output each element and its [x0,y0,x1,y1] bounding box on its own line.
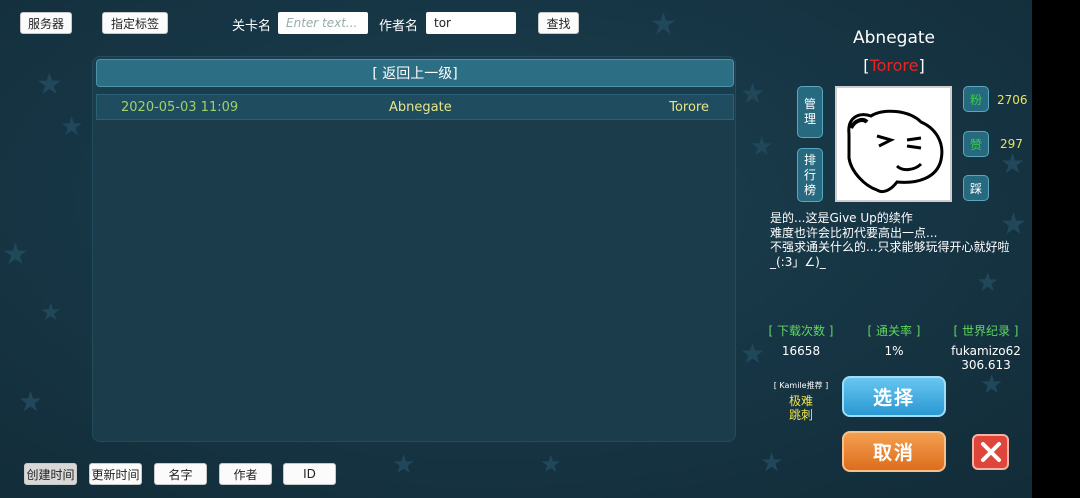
level-list-item[interactable]: 2020-05-03 11:09 Abnegate Torore [96,94,734,120]
sort-updated-time-button[interactable]: 更新时间 [89,463,142,485]
author-name-label: 作者名 [379,19,419,34]
author-name-input[interactable]: tor [426,12,516,34]
fans-button[interactable]: 粉 [963,86,989,112]
star-icon: ★ [760,448,784,478]
level-description: 是的...这是Give Up的续作 难度也许会比初代要高出一点... 不强求通关… [770,211,1010,269]
star-icon: ★ [36,67,63,102]
star-icon: ★ [392,450,416,480]
manage-char: 管 [803,97,816,111]
star-icon: ★ [976,268,1000,298]
cancel-button[interactable]: 取消 [842,431,946,472]
recommend-tag: 跳刺 [788,408,813,422]
like-count: 297 [1000,137,1023,151]
world-record-label: [ 世界纪录 ] [953,324,1019,338]
like-button[interactable]: 赞 [963,131,989,157]
downloads-label: [ 下载次数 ] [768,324,834,338]
world-record-holder: fukamizo62 [951,344,1021,358]
like-icon: 赞 [969,137,982,152]
back-button[interactable]: [ 返回上一级] [96,59,734,87]
close-icon [980,442,1001,462]
tag-filter-button[interactable]: 指定标签 [102,12,168,34]
search-button[interactable]: 查找 [538,12,579,34]
ranking-button[interactable]: 排 行 榜 [797,148,823,202]
star-icon: ★ [18,385,44,418]
close-button[interactable] [972,434,1009,470]
fans-count: 2706 [997,93,1028,107]
star-icon: ★ [540,450,562,478]
level-date: 2020-05-03 11:09 [121,99,239,115]
star-icon: ★ [60,112,84,142]
world-record-time: 306.613 [961,358,1011,372]
face-doodle-image [847,109,944,194]
sort-name-button[interactable]: 名字 [154,463,207,485]
level-title: Abnegate [853,28,935,48]
sort-created-time-button[interactable]: 创建时间 [24,463,77,485]
ranking-char: 排 [803,152,816,167]
level-name-input[interactable]: Enter text... [278,12,368,34]
server-button[interactable]: 服务器 [20,12,72,34]
downloads-value: 16658 [781,344,821,358]
select-button[interactable]: 选择 [842,376,946,417]
manage-char: 理 [803,112,816,126]
star-icon: ★ [740,77,766,110]
level-thumbnail [835,86,952,202]
ranking-char: 行 [803,167,816,182]
manage-button[interactable]: 管 理 [797,86,823,138]
dislike-icon: 踩 [969,181,982,196]
star-icon: ★ [980,370,1004,400]
level-name: Abnegate [389,99,452,115]
clear-rate-value: 1% [884,344,904,358]
sort-author-button[interactable]: 作者 [219,463,272,485]
screen-edge [1032,0,1080,498]
star-icon: ★ [40,298,62,326]
star-icon: ★ [740,337,766,370]
level-name-label: 关卡名 [232,19,272,34]
recommend-label: [ Kamile推荐 ] [773,381,829,390]
level-author-line: [Torore] [820,56,968,75]
ranking-char: 榜 [803,182,816,197]
sort-id-button[interactable]: ID [283,463,336,485]
bracket-close: ] [918,56,925,75]
fans-icon: 粉 [969,92,982,107]
clear-rate-label: [ 通关率 ] [867,324,921,338]
dislike-button[interactable]: 踩 [963,175,989,201]
star-icon: ★ [750,132,774,162]
star-icon: ★ [2,237,29,272]
star-icon: ★ [1000,147,1026,180]
author-name: Torore [869,56,919,75]
level-author: Torore [669,99,709,115]
star-icon: ★ [650,7,677,42]
